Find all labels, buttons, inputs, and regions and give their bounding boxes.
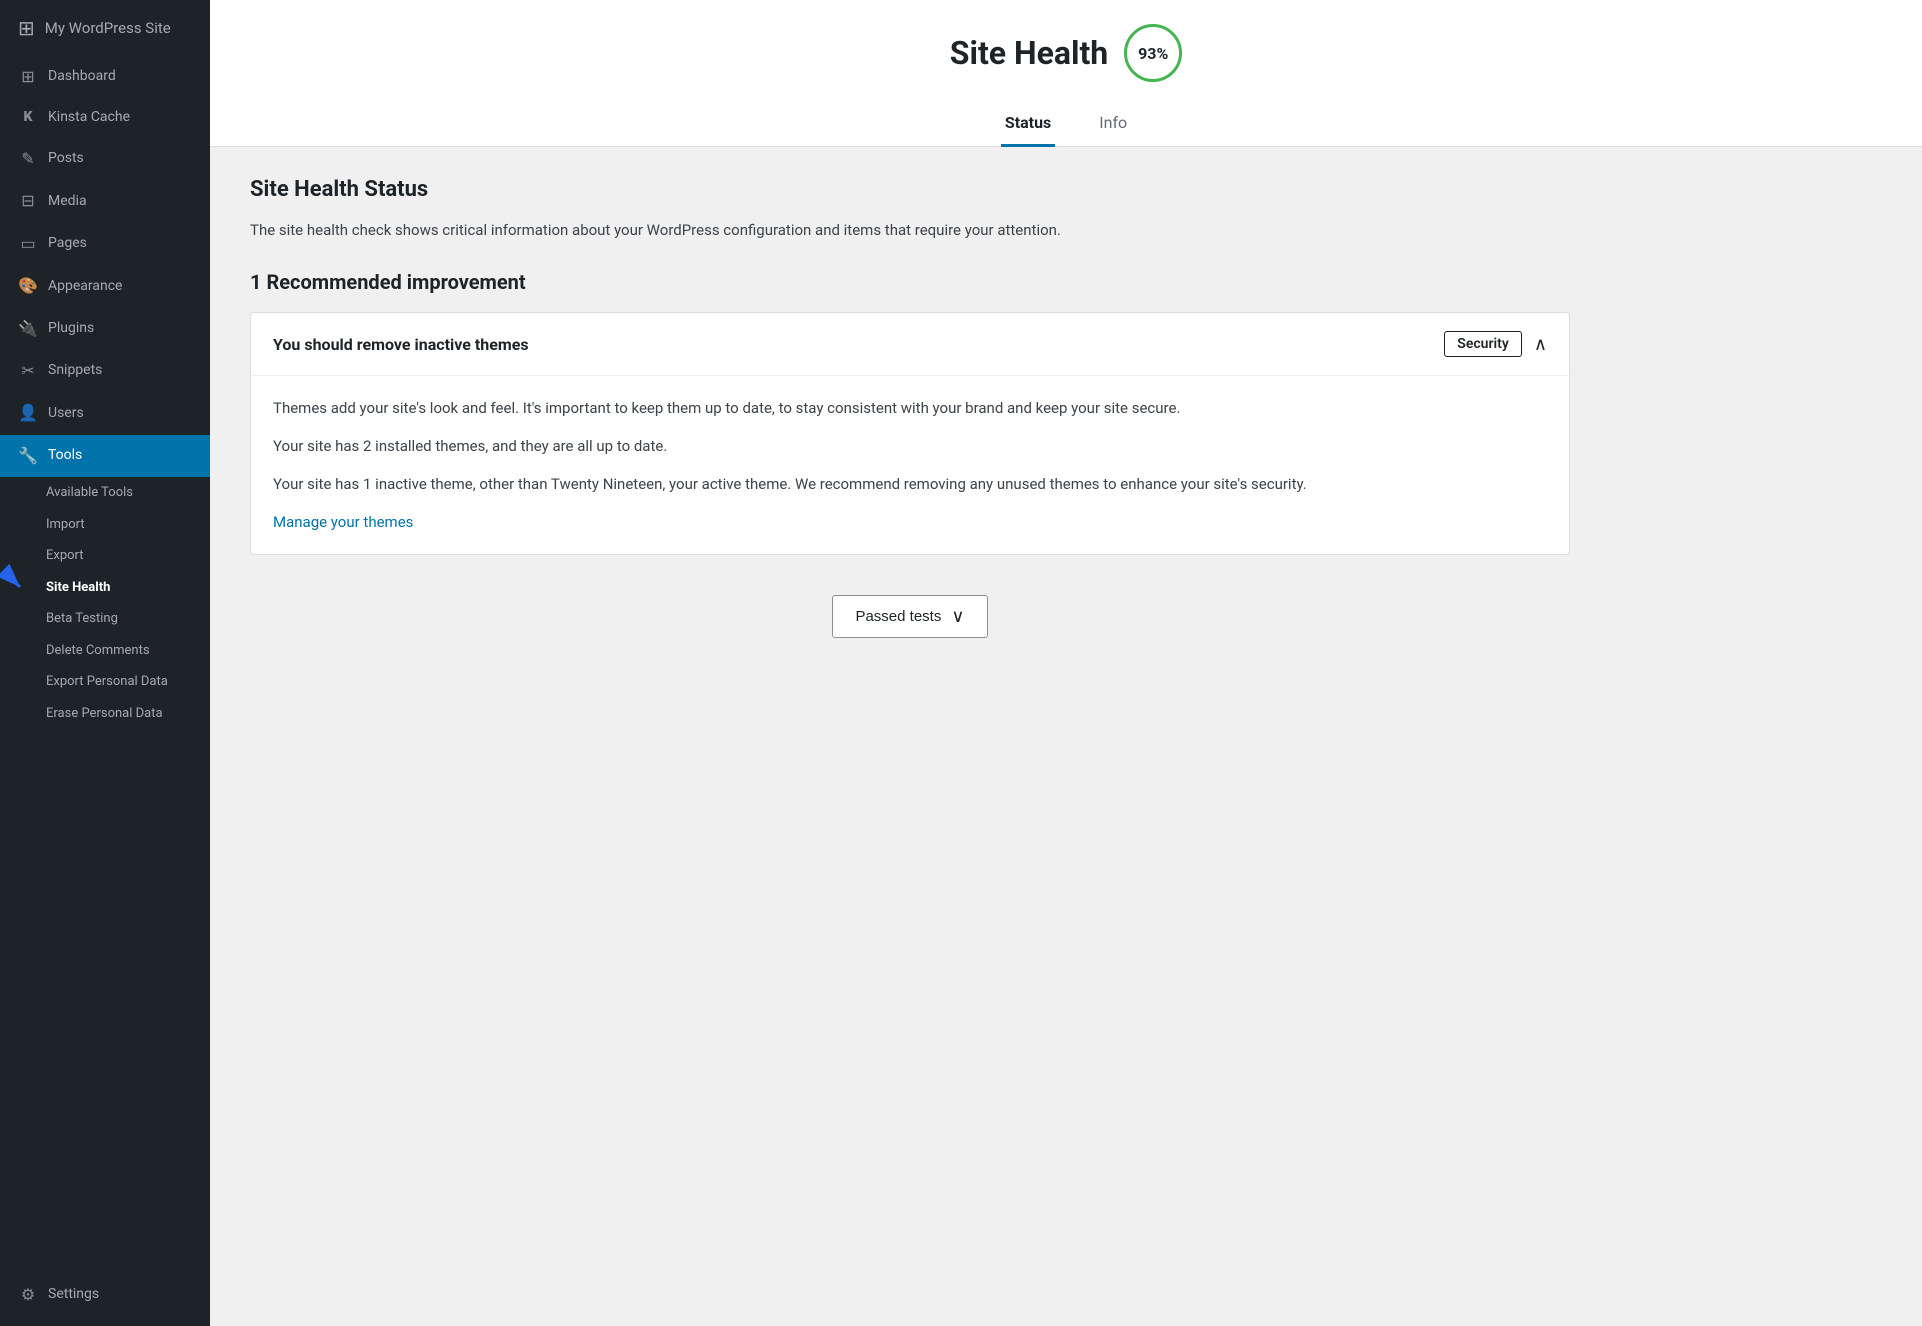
site-health-subitem-wrapper: Site Health [0,572,210,604]
sidebar-item-label: Tools [48,446,82,466]
page-header: Site Health 93% Status Info [210,0,1922,147]
sidebar-item-label: Pages [48,234,87,254]
sidebar-item-label: Snippets [48,361,102,381]
card-paragraph-3: Your site has 1 inactive theme, other th… [273,472,1547,496]
card-paragraph-1: Themes add your site's look and feel. It… [273,396,1547,420]
card-body: Themes add your site's look and feel. It… [251,376,1569,554]
card-header-right: Security ∧ [1444,331,1547,357]
sidebar-item-snippets[interactable]: ✂ Snippets [0,350,210,392]
page-title-row: Site Health 93% [210,24,1922,82]
security-badge: Security [1444,331,1522,357]
plugins-icon: 🔌 [18,318,38,340]
content-area: Site Health Status The site health check… [210,147,1610,708]
sidebar: ⊞ My WordPress Site ⊞ Dashboard K Kinsta… [0,0,210,1326]
collapse-icon[interactable]: ∧ [1534,334,1547,355]
sidebar-item-settings[interactable]: ⚙ Settings [0,1274,210,1316]
card-title: You should remove inactive themes [273,335,529,354]
chevron-down-icon: ∨ [951,606,964,627]
settings-icon: ⚙ [18,1284,38,1306]
main-content: Site Health 93% Status Info Site Health … [210,0,1922,1326]
tab-status[interactable]: Status [1001,103,1055,147]
sidebar-subitem-export-personal-data[interactable]: Export Personal Data [0,666,210,698]
section-description: The site health check shows critical inf… [250,218,1570,242]
dashboard-icon: ⊞ [18,66,38,88]
appearance-icon: 🎨 [18,275,38,297]
sidebar-subitem-import[interactable]: Import [0,509,210,541]
sidebar-subitem-erase-personal-data[interactable]: Erase Personal Data [0,698,210,730]
section-title: Site Health Status [250,177,1570,202]
manage-themes-link[interactable]: Manage your themes [273,513,413,531]
sidebar-item-dashboard[interactable]: ⊞ Dashboard [0,56,210,98]
sidebar-item-appearance[interactable]: 🎨 Appearance [0,265,210,307]
sidebar-item-media[interactable]: ⊟ Media [0,180,210,222]
card-paragraph-2: Your site has 2 installed themes, and th… [273,434,1547,458]
sidebar-item-label: Posts [48,149,84,169]
sidebar-item-tools[interactable]: 🔧 Tools [0,435,210,477]
sidebar-item-label: Settings [48,1285,99,1305]
tools-icon: 🔧 [18,445,38,467]
sidebar-item-label: Users [48,404,84,424]
sidebar-subitem-beta-testing[interactable]: Beta Testing [0,603,210,635]
sidebar-item-plugins[interactable]: 🔌 Plugins [0,308,210,350]
tools-submenu: Available Tools Import Export Site Healt… [0,477,210,729]
media-icon: ⊟ [18,190,38,212]
passed-tests-label: Passed tests [855,608,941,625]
passed-tests-container: Passed tests ∨ [250,575,1570,678]
sidebar-item-label: Media [48,192,87,212]
sidebar-logo: ⊞ My WordPress Site [0,0,210,56]
page-title: Site Health [950,34,1108,72]
sidebar-item-posts[interactable]: ✎ Posts [0,138,210,180]
sidebar-item-label: Dashboard [48,67,116,87]
snippets-icon: ✂ [18,360,38,382]
tab-info[interactable]: Info [1095,103,1131,147]
improvement-title: 1 Recommended improvement [250,270,1570,294]
pages-icon: ▭ [18,233,38,255]
sidebar-subitem-available-tools[interactable]: Available Tools [0,477,210,509]
sidebar-item-users[interactable]: 👤 Users [0,392,210,434]
passed-tests-button[interactable]: Passed tests ∨ [832,595,987,638]
wp-logo-icon: ⊞ [18,16,35,40]
users-icon: 👤 [18,402,38,424]
kinsta-icon: K [18,108,38,128]
posts-icon: ✎ [18,148,38,170]
site-name: My WordPress Site [45,19,171,37]
sidebar-item-pages[interactable]: ▭ Pages [0,223,210,265]
page-tabs: Status Info [210,102,1922,146]
sidebar-subitem-delete-comments[interactable]: Delete Comments [0,635,210,667]
recommendation-card: You should remove inactive themes Securi… [250,312,1570,555]
card-link-paragraph: Manage your themes [273,510,1547,534]
sidebar-item-kinsta-cache[interactable]: K Kinsta Cache [0,98,210,138]
sidebar-subitem-export[interactable]: Export [0,540,210,572]
sidebar-item-label: Appearance [48,277,122,297]
sidebar-item-label: Kinsta Cache [48,108,130,128]
arrow-indicator-icon [0,572,40,602]
sidebar-item-label: Plugins [48,319,94,339]
card-header: You should remove inactive themes Securi… [251,313,1569,376]
health-score-badge: 93% [1124,24,1182,82]
